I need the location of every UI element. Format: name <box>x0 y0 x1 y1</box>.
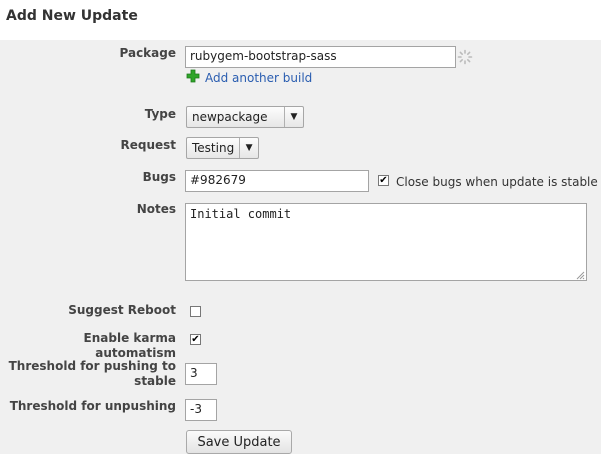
triangle-down-icon: ▼ <box>239 138 258 158</box>
notes-label: Notes <box>136 202 176 216</box>
close-bugs-checkbox[interactable]: ✔ <box>378 175 389 186</box>
request-select[interactable]: Testing ▼ <box>186 137 259 159</box>
package-input[interactable]: rubygem-bootstrap-sass <box>185 46 456 68</box>
threshold-push-label: Threshold for pushing to stable <box>8 359 176 388</box>
notes-textarea[interactable]: Initial commit <box>185 203 587 281</box>
triangle-down-icon: ▼ <box>284 107 303 127</box>
bugs-input[interactable]: #982679 <box>185 170 369 192</box>
threshold-push-input[interactable]: 3 <box>185 363 217 385</box>
type-select[interactable]: newpackage ▼ <box>186 106 304 128</box>
add-another-build-link[interactable]: Add another build <box>205 71 312 85</box>
suggest-reboot-label: Suggest Reboot <box>68 303 176 317</box>
type-select-value: newpackage <box>192 110 268 124</box>
karma-automatism-checkbox[interactable]: ✔ <box>190 334 201 345</box>
package-label: Package <box>119 46 177 60</box>
threshold-unpush-value: -3 <box>190 402 202 416</box>
bugs-input-value: #982679 <box>190 173 246 187</box>
notes-textarea-value: Initial commit <box>190 207 292 221</box>
loading-spinner-icon <box>457 49 473 65</box>
threshold-unpush-input[interactable]: -3 <box>185 399 217 421</box>
threshold-unpush-label: Threshold for unpushing <box>9 399 176 413</box>
request-label: Request <box>120 138 176 152</box>
request-select-value: Testing <box>192 141 235 155</box>
resize-grip-icon[interactable] <box>575 269 585 280</box>
suggest-reboot-checkbox[interactable] <box>190 306 201 317</box>
close-bugs-label: Close bugs when update is stable <box>396 175 598 189</box>
page-title: Add New Update <box>6 8 138 24</box>
type-label: Type <box>144 107 176 121</box>
karma-automatism-label: Enable karma automatism <box>83 331 176 360</box>
green-plus-icon[interactable] <box>186 69 200 83</box>
bugs-label: Bugs <box>142 170 176 184</box>
threshold-push-value: 3 <box>190 366 198 380</box>
save-update-button[interactable]: Save Update <box>186 430 292 454</box>
package-input-value: rubygem-bootstrap-sass <box>190 49 337 63</box>
update-form: Package rubygem-bootstrap-sass Add anoth… <box>0 40 601 454</box>
